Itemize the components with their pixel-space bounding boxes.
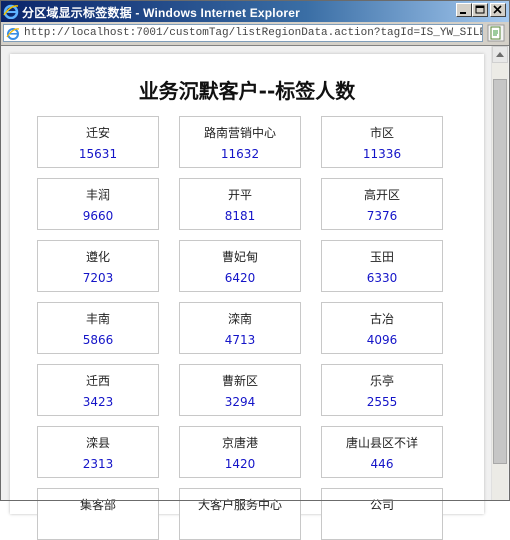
region-card: 京唐港 1420 xyxy=(179,426,301,478)
region-card: 乐亭 2555 xyxy=(321,364,443,416)
region-count[interactable]: 4096 xyxy=(322,333,442,347)
close-button[interactable] xyxy=(490,3,506,17)
region-card: 遵化 7203 xyxy=(37,240,159,292)
url-field[interactable]: http://localhost:7001/customTag/listRegi… xyxy=(3,24,483,42)
region-count[interactable]: 2313 xyxy=(38,457,158,471)
region-name: 乐亭 xyxy=(369,374,394,388)
region-count[interactable]: 7376 xyxy=(322,209,442,223)
minimize-button[interactable] xyxy=(456,3,472,17)
url-text: http://localhost:7001/customTag/listRegi… xyxy=(24,27,483,39)
region-grid: 迁安 15631 路南营销中心 11632 市区 11336 丰润 9660 开平 8181 高开区… xyxy=(37,116,443,540)
region-card: 古冶 4096 xyxy=(321,302,443,354)
region-card: 集客部 xyxy=(37,488,159,540)
page-icon xyxy=(6,28,20,40)
region-name: 滦南 xyxy=(227,312,252,326)
region-count[interactable]: 6420 xyxy=(180,271,300,285)
region-name: 京唐港 xyxy=(221,436,258,450)
region-name: 迁西 xyxy=(85,374,110,388)
region-card: 滦县 2313 xyxy=(37,426,159,478)
region-count[interactable]: 9660 xyxy=(38,209,158,223)
scroll-up-button[interactable] xyxy=(492,46,508,63)
region-name: 唐山县区不详 xyxy=(345,436,418,450)
region-count[interactable]: 3423 xyxy=(38,395,158,409)
region-count[interactable]: 8181 xyxy=(180,209,300,223)
region-count[interactable]: 6330 xyxy=(322,271,442,285)
scroll-thumb[interactable] xyxy=(493,79,507,464)
region-name: 大客户服务中心 xyxy=(197,498,282,512)
content-frame: 业务沉默客户--标签人数 迁安 15631 路南营销中心 11632 市区 11336 丰润… xyxy=(0,46,510,540)
region-count[interactable]: 15631 xyxy=(38,147,158,161)
region-card: 丰南 5866 xyxy=(37,302,159,354)
region-card: 唐山县区不详 446 xyxy=(321,426,443,478)
region-card: 曹新区 3294 xyxy=(179,364,301,416)
region-count[interactable]: 446 xyxy=(322,457,442,471)
region-card: 滦南 4713 xyxy=(179,302,301,354)
vertical-scrollbar[interactable] xyxy=(491,46,508,501)
page-body: 业务沉默客户--标签人数 迁安 15631 路南营销中心 11632 市区 11336 丰润… xyxy=(10,54,484,540)
region-name: 滦县 xyxy=(85,436,110,450)
region-count[interactable]: 7203 xyxy=(38,271,158,285)
region-name: 市区 xyxy=(369,126,394,140)
region-card: 高开区 7376 xyxy=(321,178,443,230)
close-icon xyxy=(493,5,502,14)
region-name: 高开区 xyxy=(363,188,400,202)
region-name: 古冶 xyxy=(369,312,394,326)
minimize-icon xyxy=(460,12,466,14)
maximize-button[interactable] xyxy=(472,3,488,17)
region-name: 遵化 xyxy=(85,250,110,264)
region-name: 曹新区 xyxy=(221,374,258,388)
window-title-bar[interactable]: 分区域显示标签数据 - Windows Internet Explorer xyxy=(0,0,510,22)
region-name: 集客部 xyxy=(79,498,116,512)
region-count[interactable]: 5866 xyxy=(38,333,158,347)
region-count[interactable]: 3294 xyxy=(180,395,300,409)
region-name: 迁安 xyxy=(85,126,110,140)
region-card: 路南营销中心 11632 xyxy=(179,116,301,168)
address-bar: http://localhost:7001/customTag/listRegi… xyxy=(0,22,510,46)
region-card: 丰润 9660 xyxy=(37,178,159,230)
region-card: 市区 11336 xyxy=(321,116,443,168)
go-icon[interactable] xyxy=(487,24,505,42)
region-card: 大客户服务中心 xyxy=(179,488,301,540)
region-card: 公司 xyxy=(321,488,443,540)
region-count[interactable]: 2555 xyxy=(322,395,442,409)
region-name: 丰南 xyxy=(85,312,110,326)
region-count[interactable]: 1420 xyxy=(180,457,300,471)
region-name: 玉田 xyxy=(369,250,394,264)
maximize-icon xyxy=(475,5,485,14)
region-name: 公司 xyxy=(369,498,394,512)
region-card: 迁西 3423 xyxy=(37,364,159,416)
ie-logo-icon xyxy=(3,4,19,19)
region-name: 曹妃甸 xyxy=(221,250,258,264)
region-name: 丰润 xyxy=(85,188,110,202)
region-name: 开平 xyxy=(227,188,252,202)
window-title: 分区域显示标签数据 - Windows Internet Explorer xyxy=(22,6,300,20)
region-card: 玉田 6330 xyxy=(321,240,443,292)
region-card: 迁安 15631 xyxy=(37,116,159,168)
region-count[interactable]: 11632 xyxy=(180,147,300,161)
page-title: 业务沉默客户--标签人数 xyxy=(138,79,356,103)
region-count[interactable]: 4713 xyxy=(180,333,300,347)
region-name: 路南营销中心 xyxy=(203,126,276,140)
region-count[interactable]: 11336 xyxy=(322,147,442,161)
region-card: 曹妃甸 6420 xyxy=(179,240,301,292)
scroll-up-arrow-icon xyxy=(496,52,504,57)
region-card: 开平 8181 xyxy=(179,178,301,230)
